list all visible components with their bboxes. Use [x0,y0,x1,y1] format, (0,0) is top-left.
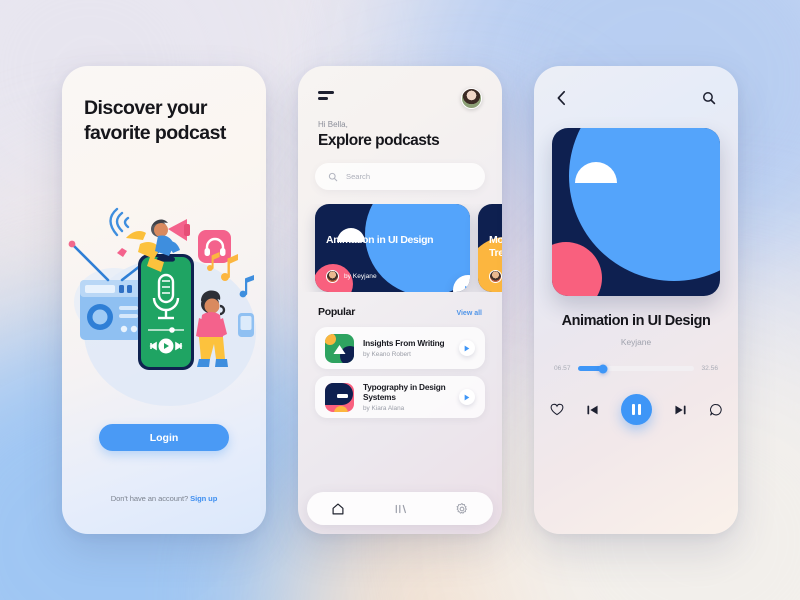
featured-card-title: Animation in UI Design [326,234,434,246]
total-time: 32.56 [701,365,718,373]
signup-prompt: Don't have an account? Sign up [62,494,266,503]
player-artist: Keyjane [620,337,652,348]
progress-track[interactable] [577,364,695,374]
chevron-left-icon[interactable] [556,90,567,106]
list-item-meta: Insights From Writing by Keano Robert [363,338,450,358]
phone-player: Animation in UI Design Keyjane 06.57 32.… [534,66,738,534]
bars-icon [395,504,406,513]
home-icon [332,503,344,514]
featured-card-author: by Andi [489,270,502,283]
comments-button[interactable] [709,403,723,417]
like-button[interactable] [550,403,564,416]
tab-settings[interactable] [449,496,475,522]
list-item-author: by Kiara Alana [363,405,405,413]
title-line-1: Discover your [84,97,207,119]
gear-icon [456,502,467,514]
podcast-thumbnail [325,333,354,363]
featured-card-author: by Keyjane [326,270,377,283]
explore-topbar [298,66,502,109]
tab-home[interactable] [325,496,351,522]
user-avatar[interactable] [461,88,482,109]
section-title: Popular [318,306,355,318]
previous-button[interactable] [586,404,599,416]
phone-explore: Hi Bella, Explore podcasts Search Animat… [298,66,502,534]
list-item-author: by Keano Robert [363,350,411,358]
player-topbar [534,66,738,106]
list-item[interactable]: Insights From Writing by Keano Robert [315,327,485,369]
play-icon [464,345,470,351]
featured-carousel[interactable]: Animation in UI Design by Keyjane Mo Tre [298,204,502,292]
search-placeholder: Search [346,172,371,181]
list-item-title: Insights From Writing [363,338,445,349]
podcast-thumbnail [325,382,354,412]
login-button[interactable]: Login [99,424,229,451]
author-avatar [326,270,339,283]
search-icon [328,172,338,181]
list-item-play-button[interactable] [459,340,475,356]
play-icon [464,285,470,292]
bottom-tab-bar [307,492,493,525]
player-screen: Animation in UI Design Keyjane 06.57 32.… [534,66,738,534]
skip-back-icon [586,405,598,414]
pause-icon-bar-left [631,404,635,416]
signup-prompt-text: Don't have an account? [110,494,189,503]
featured-card-title: Mobile Trends [489,234,502,259]
phone-onboarding: Discover your favorite podcast Login Don… [62,66,266,534]
pause-icon-bar-right [637,404,641,416]
chat-bubble-icon [709,403,722,416]
page-title: Explore podcasts [318,132,440,149]
play-pause-button[interactable] [620,394,652,426]
search-icon[interactable] [702,91,716,105]
popular-list: Insights From Writing by Keano Robert Ty… [298,318,502,418]
player-controls [534,394,738,426]
skip-forward-icon [674,405,686,414]
next-button[interactable] [674,404,687,416]
player-artwork [552,128,720,296]
tab-stats[interactable] [387,496,413,522]
title-line-2: favorite podcast [84,122,226,145]
author-name: by Keyjane [344,273,377,280]
page-title: Discover your favorite podcast [84,96,244,147]
signup-link[interactable]: Sign up [190,494,217,503]
player-title: Animation in UI Design [561,313,711,329]
elapsed-time: 06.57 [554,365,571,373]
onboarding-screen: Discover your favorite podcast Login Don… [62,66,266,534]
view-all-link[interactable]: View all [456,310,482,317]
podcast-illustration [62,182,266,432]
heart-icon [550,404,563,416]
list-item-play-button[interactable] [459,389,475,405]
hamburger-icon[interactable] [318,88,336,103]
list-item-meta: Typography in Design Systems by Kiara Al… [363,382,450,412]
list-item-title: Typography in Design Systems [363,381,446,403]
list-item[interactable]: Typography in Design Systems by Kiara Al… [315,376,485,418]
progress-bar[interactable]: 06.57 32.56 [554,364,718,374]
greeting-text: Hi Bella, [318,120,348,129]
author-avatar [489,270,502,283]
search-input[interactable]: Search [315,163,485,190]
featured-card[interactable]: Mobile Trends by Andi [478,204,502,292]
progress-knob[interactable] [598,364,608,374]
play-icon [464,394,470,400]
explore-screen: Hi Bella, Explore podcasts Search Animat… [298,66,502,534]
featured-card[interactable]: Animation in UI Design by Keyjane [315,204,470,292]
popular-section-header: Popular View all [298,292,502,318]
